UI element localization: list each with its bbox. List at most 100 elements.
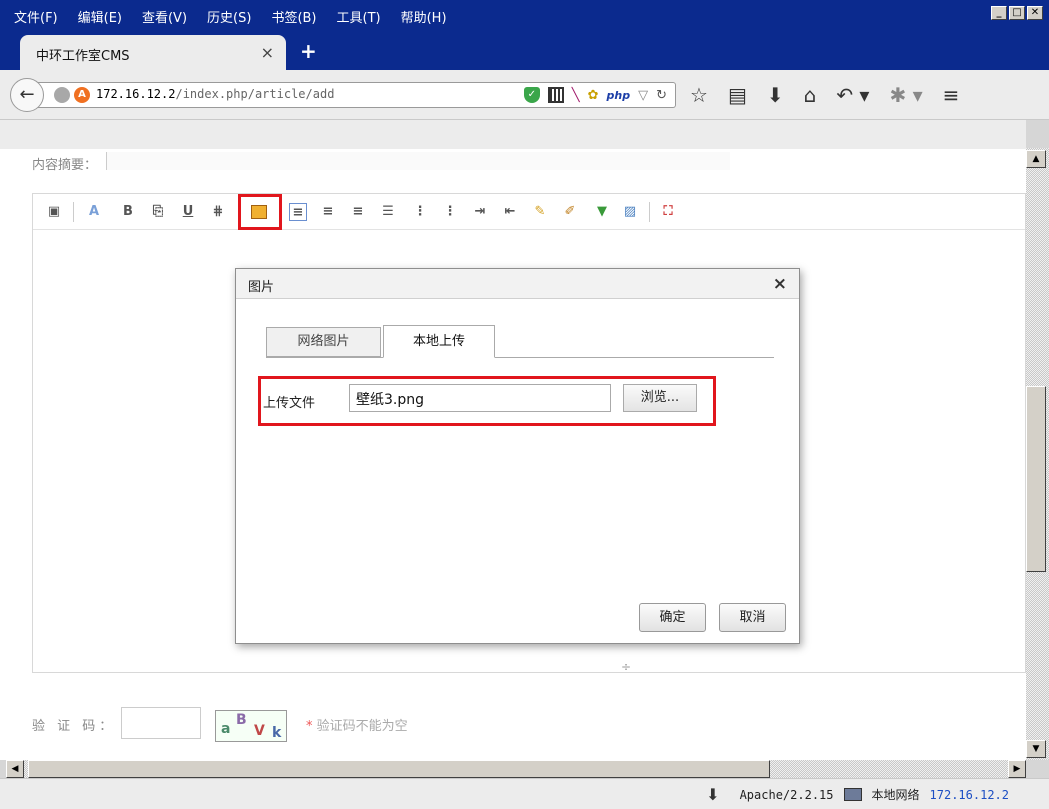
toolbar-divider [649, 202, 650, 222]
scroll-left-button[interactable]: ◀ [6, 760, 24, 778]
scroll-up-button[interactable]: ▲ [1026, 150, 1046, 168]
tab-close-icon[interactable]: × [261, 43, 274, 62]
browse-button[interactable]: 浏览... [623, 384, 697, 412]
scroll-down-button[interactable]: ▼ [1026, 740, 1046, 758]
puzzle-icon[interactable]: ✿ [588, 88, 599, 103]
dialog-close-icon[interactable]: × [773, 274, 787, 294]
upload-label: 上传文件 [263, 396, 316, 411]
captcha-error-text: 验证码不能为空 [316, 719, 408, 734]
site-identity-icon[interactable]: A [74, 87, 90, 103]
reload-icon[interactable]: ↻ [656, 88, 667, 103]
download-status-icon[interactable]: ⬇ [706, 785, 719, 804]
captcha-error: * 验证码不能为空 [306, 715, 408, 734]
toolbar-divider [73, 202, 74, 222]
minimize-button[interactable]: _ [991, 6, 1007, 20]
shield-icon[interactable]: ✓ [523, 87, 540, 103]
resize-grip-icon[interactable]: ÷ [621, 660, 631, 674]
globe-icon [54, 87, 70, 103]
menu-hamburger-icon[interactable]: ≡ [943, 83, 960, 107]
copy-icon[interactable]: ⎘ [149, 203, 167, 221]
scroll-right-button[interactable]: ▶ [1008, 760, 1026, 778]
network-icon [843, 788, 862, 801]
summary-input[interactable] [106, 152, 730, 170]
captcha-input[interactable] [121, 707, 201, 739]
menu-view[interactable]: 查看(V) [142, 7, 187, 26]
dialog-header: 图片 × [236, 269, 799, 299]
browser-tab[interactable]: 中环工作室CMS × [20, 35, 286, 70]
home-icon[interactable]: ⌂ [804, 83, 817, 107]
captcha-char: k [272, 725, 282, 741]
star-icon[interactable]: ☆ [690, 83, 708, 107]
tab-strip: 中环工作室CMS × + [0, 31, 1049, 70]
captcha-label: 验 证 码： [32, 719, 117, 734]
menu-bookmarks[interactable]: 书签(B) [271, 7, 316, 26]
unordered-list-icon[interactable]: ⋮ [441, 203, 459, 221]
captcha-char: V [254, 723, 265, 739]
menu-bar: 文件(F) 编辑(E) 查看(V) 历史(S) 书签(B) 工具(T) 帮助(H… [0, 0, 1049, 31]
table-icon[interactable]: ⋕ [209, 203, 227, 221]
captcha-image[interactable]: a B V k [215, 710, 287, 742]
ok-button[interactable]: 确定 [639, 603, 706, 632]
url-host: 172.16.12.2 [96, 87, 176, 101]
file-path-input[interactable]: 壁纸3.png [349, 384, 611, 412]
insert-line-icon[interactable]: ▼ [593, 203, 611, 221]
menu-file[interactable]: 文件(F) [14, 7, 58, 26]
fullscreen-icon[interactable]: ⛶ [659, 203, 677, 221]
status-bar: ⬇ Apache/2.2.15 本地网络 172.16.12.2 [0, 778, 1049, 809]
image-icon [251, 205, 267, 219]
font-color-icon[interactable]: A [85, 203, 103, 221]
menu-tools[interactable]: 工具(T) [337, 7, 381, 26]
insert-image-button[interactable] [238, 194, 282, 230]
url-path: /index.php/article/add [175, 87, 335, 101]
paste-icon[interactable]: ▣ [45, 203, 63, 221]
server-ip: 172.16.12.2 [929, 787, 1009, 802]
summary-label: 内容摘要： [32, 158, 98, 173]
picture-icon[interactable]: ▨ [621, 203, 639, 221]
image-dialog: 图片 × 网络图片 本地上传 上传文件 壁纸3.png 浏览... 确定 取消 [235, 268, 800, 644]
undo-icon[interactable]: ↶ ▾ [836, 83, 869, 107]
bold-icon[interactable]: B [119, 203, 137, 221]
network-label: 本地网络 [871, 788, 920, 802]
url-text[interactable]: 172.16.12.2/index.php/article/add [96, 87, 334, 101]
menu-help[interactable]: 帮助(H) [401, 7, 447, 26]
format-painter-icon[interactable]: ✐ [561, 203, 579, 221]
underline-icon[interactable]: U [179, 203, 197, 221]
qrcode-icon[interactable] [547, 87, 564, 103]
pen-icon[interactable]: ╲ [572, 88, 580, 103]
back-button[interactable]: ← [10, 78, 44, 112]
outdent-icon[interactable]: ⇤ [501, 203, 519, 221]
captcha-char: a [221, 721, 231, 737]
indent-icon[interactable]: ⇥ [471, 203, 489, 221]
align-left-icon[interactable]: ≡ [289, 203, 307, 221]
tab-local-upload[interactable]: 本地上传 [383, 325, 495, 358]
addon-icon[interactable]: ✱ ▾ [889, 83, 922, 107]
dropdown-icon[interactable]: ▽ [638, 88, 648, 103]
clear-format-icon[interactable]: ✎ [531, 203, 549, 221]
menu-history[interactable]: 历史(S) [207, 7, 251, 26]
download-icon[interactable]: ⬇ [767, 83, 784, 107]
tab-title: 中环工作室CMS [36, 49, 130, 64]
new-tab-button[interactable]: + [300, 39, 317, 63]
horizontal-scroll-thumb[interactable] [28, 760, 770, 778]
align-right-icon[interactable]: ≡ [349, 203, 367, 221]
justify-icon[interactable]: ☰ [379, 203, 397, 221]
ordered-list-icon[interactable]: ⋮ [411, 203, 429, 221]
align-center-icon[interactable]: ≡ [319, 203, 337, 221]
server-info: Apache/2.2.15 [739, 787, 834, 802]
editor-toolbar: ▣ A B ⎘ U ⋕ ≡ ≡ ≡ ☰ ⋮ ⋮ ⇥ ⇤ ✎ ✐ ▼ ▨ ⛶ [33, 194, 1025, 230]
nav-bar: A 172.16.12.2/index.php/article/add ✓ ╲ … [0, 70, 1049, 120]
vertical-scroll-thumb[interactable] [1026, 386, 1046, 572]
upload-row: 上传文件 壁纸3.png 浏览... [258, 376, 716, 426]
reading-list-icon[interactable]: ▤ [728, 83, 747, 107]
menu-edit[interactable]: 编辑(E) [78, 7, 122, 26]
tab-network-image[interactable]: 网络图片 [266, 327, 381, 357]
maximize-button[interactable]: □ [1009, 6, 1025, 20]
dialog-title: 图片 [248, 280, 275, 295]
php-icon[interactable]: php [607, 89, 631, 102]
cancel-button[interactable]: 取消 [719, 603, 786, 632]
tab-divider [266, 357, 774, 358]
url-bar[interactable]: A 172.16.12.2/index.php/article/add ✓ ╲ … [36, 82, 676, 108]
required-star: * [306, 719, 313, 734]
captcha-char: B [236, 712, 247, 728]
close-window-button[interactable]: ✕ [1027, 6, 1043, 20]
